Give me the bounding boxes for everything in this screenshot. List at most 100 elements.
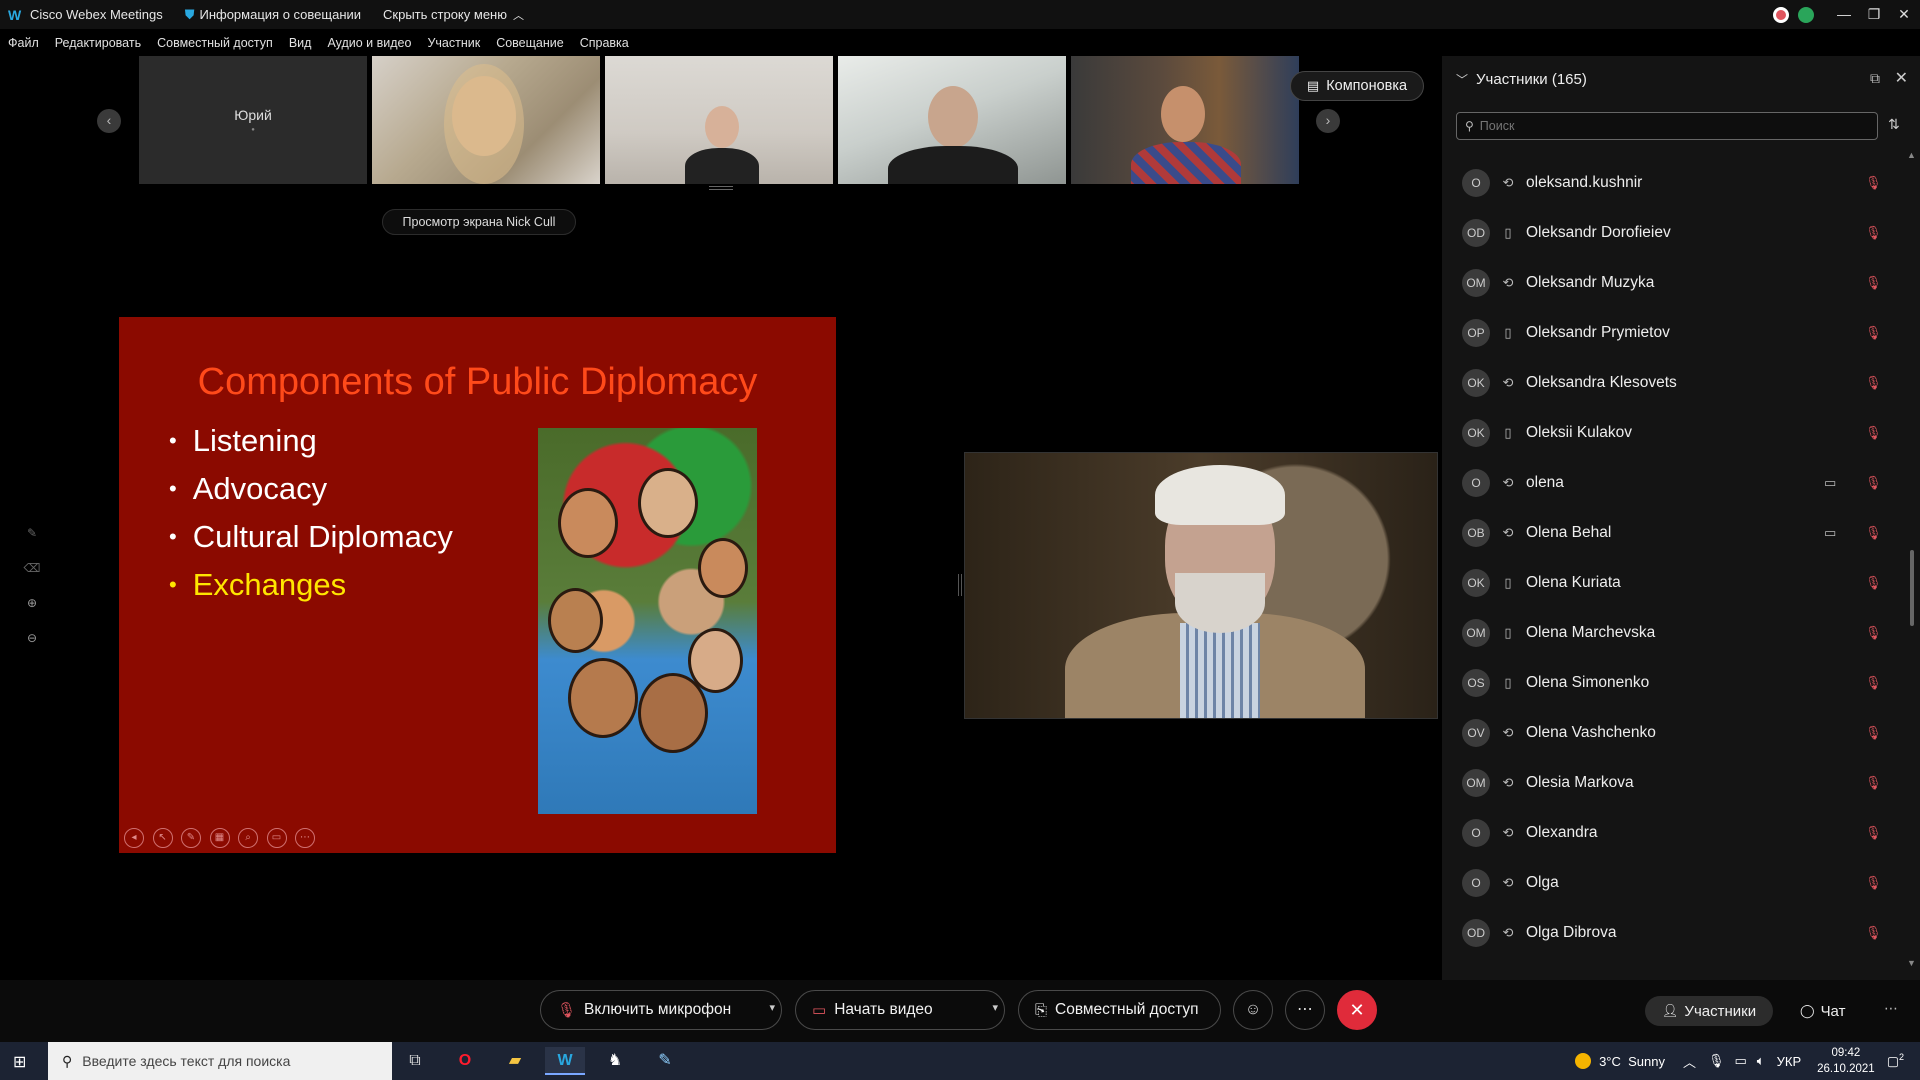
mic-muted-icon[interactable]: 🎙︎ [1865, 525, 1882, 541]
participant-row[interactable]: OM ▯ Olena Marchevska 🎙︎ [1442, 608, 1902, 658]
maximize-button[interactable]: ❐ [1859, 0, 1889, 29]
participant-row[interactable]: O ⟲ Olexandra 🎙︎ [1442, 808, 1902, 858]
menu-share[interactable]: Совместный доступ [157, 36, 273, 50]
hide-menu-button[interactable]: Скрыть строку меню ︿ [383, 7, 524, 23]
network-status-icon[interactable] [1798, 7, 1814, 23]
menu-audio-video[interactable]: Аудио и видео [327, 36, 411, 50]
mic-muted-icon[interactable]: 🎙︎ [1865, 325, 1882, 341]
paint-taskbar-icon[interactable]: ✎ [645, 1047, 685, 1075]
menu-help[interactable]: Справка [580, 36, 629, 50]
tray-chevron-icon[interactable]: ︿ [1683, 1052, 1696, 1071]
mic-muted-icon[interactable]: 🎙︎ [1865, 425, 1882, 441]
participant-thumbnail[interactable]: Юрий ● [139, 56, 367, 184]
weather-text[interactable]: 3°C Sunny [1599, 1054, 1665, 1069]
more-actions-button[interactable]: ⋯ [1285, 990, 1325, 1030]
task-view-icon[interactable]: ⧉ [395, 1047, 435, 1075]
participant-row[interactable]: OK ▯ Olena Kuriata 🎙︎ [1442, 558, 1902, 608]
opera-icon[interactable]: O [445, 1047, 485, 1075]
mic-muted-icon[interactable]: 🎙︎ [1865, 375, 1882, 391]
strip-next-button[interactable]: › [1316, 109, 1340, 133]
mic-muted-icon[interactable]: 🎙︎ [1865, 925, 1882, 941]
participant-row[interactable]: OM ⟲ Oleksandr Muzyka 🎙︎ [1442, 258, 1902, 308]
strip-prev-button[interactable]: ‹ [97, 109, 121, 133]
more-panels-icon[interactable]: ⋯ [1884, 1000, 1898, 1017]
zoom-icon[interactable]: ⌕ [238, 828, 258, 848]
menu-meeting[interactable]: Совещание [496, 36, 564, 50]
pointer-icon[interactable]: ↖ [152, 828, 173, 848]
menu-participant[interactable]: Участник [427, 36, 480, 50]
mic-muted-icon[interactable]: 🎙︎ [1865, 825, 1882, 841]
panel-scrollbar[interactable]: ▲ ▼ [1907, 150, 1916, 970]
mic-muted-icon[interactable]: 🎙︎ [1865, 675, 1882, 691]
participant-row[interactable]: O ⟲ olena ▭ 🎙︎ [1442, 458, 1902, 508]
menu-view[interactable]: Вид [289, 36, 312, 50]
participant-row[interactable]: O ⟲ Olga 🎙︎ [1442, 858, 1902, 908]
popout-icon[interactable]: ⧉ [1870, 70, 1880, 87]
participant-row[interactable]: OK ⟲ Oleksandra Klesovets 🎙︎ [1442, 358, 1902, 408]
annotate-tool-icon[interactable]: ✎ [23, 526, 41, 544]
meeting-info-button[interactable]: ⛊ Информация о совещании [185, 7, 361, 23]
strip-resize-handle[interactable] [709, 186, 733, 190]
close-window-button[interactable]: ✕ [1889, 0, 1919, 29]
video-options-chevron-icon[interactable]: ▾ [992, 1001, 998, 1014]
participant-video-thumbnail[interactable] [1071, 56, 1299, 184]
sort-icon[interactable]: ⇅ [1888, 116, 1900, 133]
more-options-icon[interactable]: ⋯ [295, 828, 315, 848]
participant-video-thumbnail[interactable] [372, 56, 600, 184]
zoom-in-icon[interactable]: ⊕ [23, 596, 41, 614]
language-indicator[interactable]: УКР [1777, 1054, 1802, 1069]
taskbar-search[interactable]: ⚲ Введите здесь текст для поиска [48, 1042, 392, 1080]
mic-muted-icon[interactable]: 🎙︎ [1865, 475, 1882, 491]
notifications-icon[interactable]: ▢2 [1887, 1052, 1904, 1069]
volume-tray-icon[interactable]: 🔈︎ [1757, 1053, 1765, 1069]
participant-row[interactable]: OV ⟲ Olena Vashchenko 🎙︎ [1442, 708, 1902, 758]
participant-row[interactable]: OB ⟲ Olena Behal ▭ 🎙︎ [1442, 508, 1902, 558]
taskbar-clock[interactable]: 09:42 26.10.2021 [1817, 1045, 1875, 1077]
participant-video-thumbnail[interactable] [838, 56, 1066, 184]
pen-icon[interactable]: ✎ [181, 828, 201, 848]
mic-muted-icon[interactable]: 🎙︎ [1865, 875, 1882, 891]
participant-search-input[interactable] [1479, 119, 1860, 133]
video-resize-handle[interactable] [958, 574, 962, 596]
participant-row[interactable]: OD ⟲ Olga Dibrova 🎙︎ [1442, 908, 1902, 958]
share-button[interactable]: ⎘ Совместный доступ [1018, 990, 1221, 1030]
mic-muted-icon[interactable]: 🎙︎ [1865, 725, 1882, 741]
leave-meeting-button[interactable]: ✕ [1337, 990, 1377, 1030]
recording-status-icon[interactable] [1773, 7, 1789, 23]
windows-start-icon[interactable]: ⊞ [13, 1052, 26, 1072]
mic-muted-icon[interactable]: 🎙︎ [1865, 625, 1882, 641]
network-tray-icon[interactable]: ▭ [1735, 1053, 1747, 1069]
close-panel-icon[interactable]: ✕ [1895, 68, 1908, 88]
file-explorer-icon[interactable]: ▰ [495, 1047, 535, 1075]
layout-button[interactable]: ▤ Компоновка [1290, 71, 1424, 101]
collapse-chevron-icon[interactable]: ﹀ [1456, 71, 1468, 88]
participant-row[interactable]: OD ▯ Oleksandr Dorofieiev 🎙︎ [1442, 208, 1902, 258]
participant-row[interactable]: OP ▯ Oleksandr Prymietov 🎙︎ [1442, 308, 1902, 358]
subtitles-icon[interactable]: ▭ [266, 828, 287, 848]
menu-file[interactable]: Файл [8, 36, 39, 50]
webex-taskbar-icon[interactable]: W [545, 1047, 585, 1075]
mic-options-chevron-icon[interactable]: ▾ [769, 1001, 775, 1014]
prev-slide-icon[interactable]: ◂ [124, 828, 144, 848]
mic-muted-icon[interactable]: 🎙︎ [1865, 775, 1882, 791]
participant-row[interactable]: OM ⟲ Olesia Markova 🎙︎ [1442, 758, 1902, 808]
mic-muted-icon[interactable]: 🎙︎ [1865, 175, 1882, 191]
chat-tab[interactable]: ◯ Чат [1800, 996, 1845, 1026]
menu-edit[interactable]: Редактировать [55, 36, 141, 50]
participant-row[interactable]: O ⟲ oleksand.kushnir 🎙︎ [1442, 158, 1902, 208]
slides-icon[interactable]: ▦ [209, 828, 230, 848]
start-video-button[interactable]: ▭ Начать видео ▾ [795, 990, 1005, 1030]
mic-muted-icon[interactable]: 🎙︎ [1865, 225, 1882, 241]
scroll-thumb[interactable] [1910, 550, 1914, 626]
participant-row[interactable]: OS ▯ Olena Simonenko 🎙︎ [1442, 658, 1902, 708]
mic-muted-icon[interactable]: 🎙︎ [1865, 275, 1882, 291]
participant-video-thumbnail[interactable] [605, 56, 833, 184]
mic-muted-icon[interactable]: 🎙︎ [1865, 575, 1882, 591]
active-speaker-video[interactable] [964, 452, 1438, 719]
app-taskbar-icon[interactable]: ♞ [595, 1047, 635, 1075]
microphone-tray-icon[interactable]: 🎙︎ [1708, 1053, 1725, 1069]
zoom-out-icon[interactable]: ⊖ [23, 631, 41, 649]
participant-row[interactable]: OK ▯ Oleksii Kulakov 🎙︎ [1442, 408, 1902, 458]
eraser-tool-icon[interactable]: ⌫ [23, 561, 41, 579]
scroll-down-icon[interactable]: ▼ [1907, 958, 1916, 968]
